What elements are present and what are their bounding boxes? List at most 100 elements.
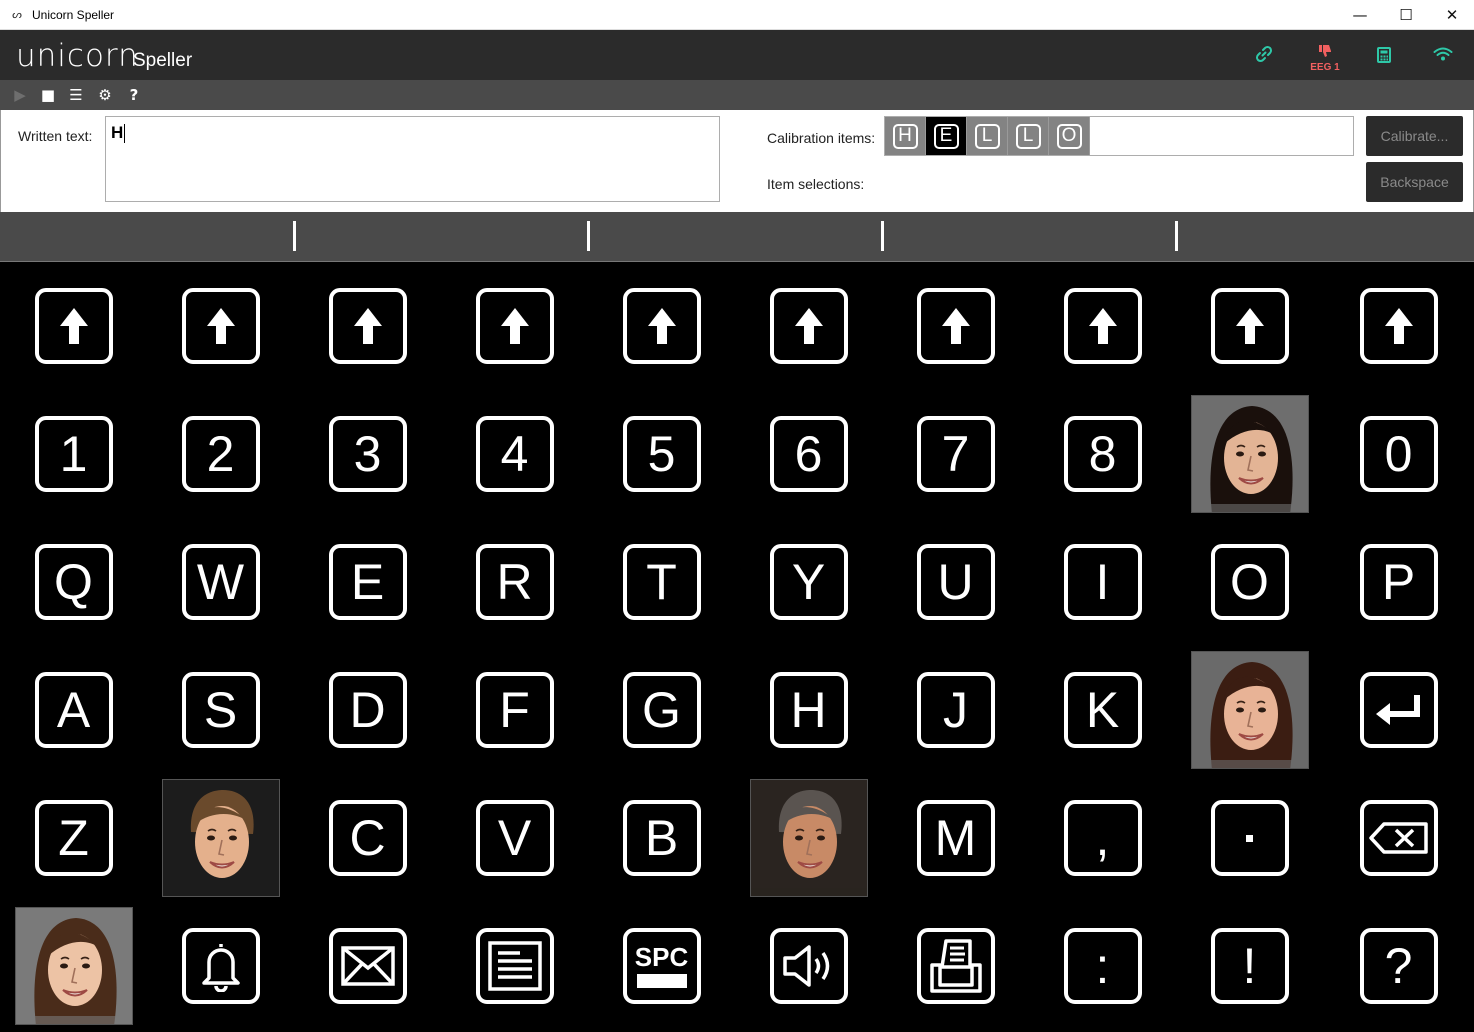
speaker-icon	[769, 928, 848, 1004]
stop-button[interactable]: ■	[35, 80, 61, 110]
eeg-label: EEG 1	[1310, 62, 1340, 73]
speller-cell[interactable]: 6	[735, 390, 882, 518]
eeg-status-badge[interactable]: EEG 1	[1306, 44, 1344, 73]
item-selections-label: Item selections:	[767, 176, 865, 192]
speller-cell[interactable]	[882, 902, 1029, 1030]
speller-cell[interactable]: K	[1029, 646, 1176, 774]
speller-cell[interactable]: Y	[735, 518, 882, 646]
written-text-field[interactable]: H	[105, 116, 720, 202]
list-button[interactable]: ☰	[63, 80, 89, 110]
speller-cell[interactable]: I	[1029, 518, 1176, 646]
key-d: D	[328, 672, 407, 748]
key-0: 0	[1359, 416, 1438, 492]
speller-cell[interactable]	[294, 902, 441, 1030]
speller-cell[interactable]: S	[147, 646, 294, 774]
settings-button[interactable]: ⚙	[92, 80, 118, 110]
speller-cell[interactable]: A	[0, 646, 147, 774]
speller-cell[interactable]: 1	[0, 390, 147, 518]
shift-up-icon	[328, 288, 407, 364]
speller-cell[interactable]: H	[735, 646, 882, 774]
speller-cell[interactable]	[735, 902, 882, 1030]
speller-cell[interactable]: V	[441, 774, 588, 902]
calculator-icon[interactable]	[1377, 47, 1391, 68]
speller-cell[interactable]: SPC	[588, 902, 735, 1030]
speller-cell[interactable]: Q	[0, 518, 147, 646]
speller-cell[interactable]: T	[588, 518, 735, 646]
speller-cell[interactable]	[735, 262, 882, 390]
written-text-value: H	[111, 123, 124, 142]
shift-up-icon	[1063, 288, 1142, 364]
wifi-icon[interactable]	[1433, 46, 1453, 67]
speller-cell[interactable]: U	[882, 518, 1029, 646]
speller-cell[interactable]: :	[1029, 902, 1176, 1030]
speller-cell[interactable]: 0	[1325, 390, 1472, 518]
speller-cell[interactable]	[147, 262, 294, 390]
speller-cell[interactable]	[294, 262, 441, 390]
speller-cell[interactable]: 5	[588, 390, 735, 518]
speller-cell[interactable]: F	[441, 646, 588, 774]
strip-tick	[587, 221, 590, 251]
speller-cell[interactable]: ,	[1029, 774, 1176, 902]
speller-cell[interactable]	[1325, 646, 1472, 774]
calibration-item-letter: L	[974, 123, 1000, 149]
speller-cell[interactable]: O	[1176, 518, 1323, 646]
face-portrait	[749, 779, 868, 897]
speller-cell[interactable]: ?	[1325, 902, 1472, 1030]
link-icon[interactable]	[1255, 45, 1273, 68]
speller-cell[interactable]: 3	[294, 390, 441, 518]
speller-cell[interactable]	[441, 902, 588, 1030]
maximize-button[interactable]: ☐	[1383, 0, 1429, 30]
calibration-items-label: Calibration items:	[767, 130, 876, 146]
speller-cell[interactable]: P	[1325, 518, 1472, 646]
speller-cell[interactable]: M	[882, 774, 1029, 902]
calibration-item: L	[1008, 117, 1049, 155]
calibration-items-box: HELLO	[884, 116, 1354, 156]
speller-cell[interactable]: D	[294, 646, 441, 774]
help-button[interactable]: ?	[121, 80, 147, 110]
speller-cell[interactable]	[0, 262, 147, 390]
speller-cell[interactable]	[882, 262, 1029, 390]
speller-cell[interactable]: G	[588, 646, 735, 774]
speller-cell[interactable]	[0, 902, 147, 1030]
speller-cell[interactable]	[1176, 262, 1323, 390]
speller-cell[interactable]: 7	[882, 390, 1029, 518]
key-5: 5	[622, 416, 701, 492]
speller-cell[interactable]: W	[147, 518, 294, 646]
speller-cell[interactable]	[441, 262, 588, 390]
key-exclamation: !	[1210, 928, 1289, 1004]
speller-cell[interactable]: 2	[147, 390, 294, 518]
speller-cell[interactable]	[1325, 774, 1472, 902]
minimize-button[interactable]: —	[1337, 0, 1383, 30]
speller-cell[interactable]: C	[294, 774, 441, 902]
speller-cell[interactable]	[1029, 262, 1176, 390]
key-j: J	[916, 672, 995, 748]
key-z: Z	[34, 800, 113, 876]
speller-cell[interactable]	[1176, 646, 1323, 774]
key-q: Q	[34, 544, 113, 620]
key-spc: SPC	[622, 928, 701, 1004]
play-button[interactable]: ▶	[7, 80, 33, 110]
speller-cell[interactable]: !	[1176, 902, 1323, 1030]
speller-cell[interactable]: Z	[0, 774, 147, 902]
speller-cell[interactable]: 4	[441, 390, 588, 518]
speller-cell[interactable]: B	[588, 774, 735, 902]
calibration-item: O	[1049, 117, 1090, 155]
close-button[interactable]: ✕	[1429, 0, 1474, 30]
speller-cell[interactable]: J	[882, 646, 1029, 774]
speller-cell[interactable]: R	[441, 518, 588, 646]
backspace-button[interactable]: Backspace	[1366, 162, 1463, 202]
backspace-icon	[1359, 800, 1438, 876]
speller-cell[interactable]	[735, 774, 882, 902]
calibrate-button[interactable]: Calibrate...	[1366, 116, 1463, 156]
speller-cell[interactable]	[147, 774, 294, 902]
key-comma: ,	[1063, 800, 1142, 876]
key-i: I	[1063, 544, 1142, 620]
space-bar-glyph	[636, 974, 687, 988]
speller-cell[interactable]	[1176, 390, 1323, 518]
speller-cell[interactable]: 8	[1029, 390, 1176, 518]
speller-cell[interactable]	[1176, 774, 1323, 902]
speller-cell[interactable]	[588, 262, 735, 390]
speller-cell[interactable]	[1325, 262, 1472, 390]
speller-cell[interactable]: E	[294, 518, 441, 646]
speller-cell[interactable]	[147, 902, 294, 1030]
